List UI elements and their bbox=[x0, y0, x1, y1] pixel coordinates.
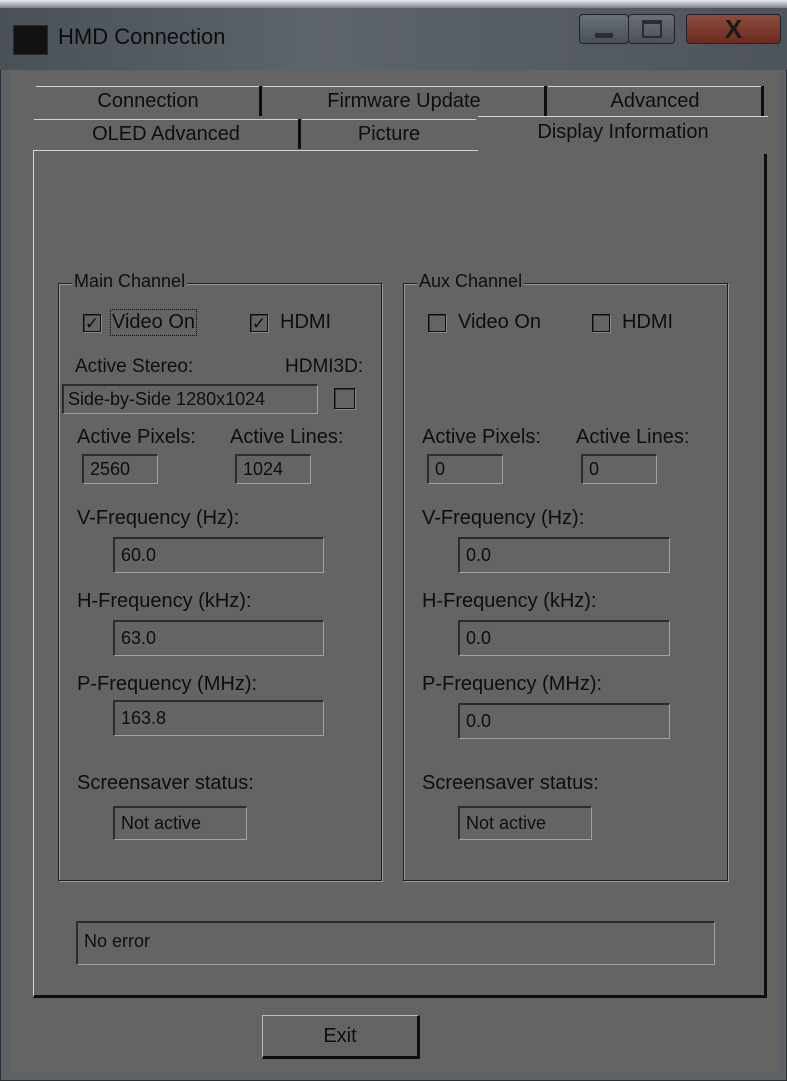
aux-hdmi-checkbox[interactable] bbox=[592, 314, 610, 332]
main-h-frequency-label: H-Frequency (kHz): bbox=[77, 590, 252, 612]
main-p-frequency-label: P-Frequency (MHz): bbox=[77, 673, 258, 695]
minimize-icon bbox=[595, 32, 613, 38]
exit-button-label: Exit bbox=[323, 1024, 357, 1047]
tab-label: Advanced bbox=[610, 90, 700, 112]
tab-divider bbox=[298, 119, 301, 149]
close-icon: X bbox=[724, 13, 743, 44]
aux-video-on-label[interactable]: Video On bbox=[458, 311, 541, 334]
main-v-frequency-label: V-Frequency (Hz): bbox=[77, 507, 240, 529]
active-stereo-label: Active Stereo: bbox=[75, 356, 194, 377]
tab-label: Connection bbox=[97, 90, 199, 112]
aux-v-frequency-label: V-Frequency (Hz): bbox=[422, 507, 585, 529]
main-video-on-label[interactable]: Video On bbox=[109, 309, 198, 336]
aux-screensaver-field[interactable]: Not active bbox=[458, 806, 592, 840]
window-top-edge bbox=[0, 0, 787, 8]
tab-connection[interactable]: Connection bbox=[36, 86, 260, 116]
app-icon bbox=[13, 25, 48, 55]
main-p-frequency-field[interactable]: 163.8 bbox=[113, 700, 324, 736]
aux-active-pixels-label: Active Pixels: bbox=[422, 426, 541, 448]
exit-button[interactable]: Exit bbox=[262, 1015, 420, 1059]
close-button[interactable]: X bbox=[686, 14, 781, 44]
aux-hdmi-label[interactable]: HDMI bbox=[622, 311, 673, 334]
main-active-lines-field[interactable]: 1024 bbox=[235, 454, 311, 484]
tab-label: Firmware Update bbox=[327, 90, 481, 112]
maximize-button[interactable] bbox=[628, 14, 675, 44]
active-stereo-field[interactable]: Side-by-Side 1280x1024 bbox=[62, 384, 318, 414]
checkmark-icon: ✓ bbox=[84, 313, 100, 333]
hdmi3d-checkbox[interactable] bbox=[334, 388, 355, 409]
tab-label: Picture bbox=[357, 123, 421, 145]
tab-picture[interactable]: Picture bbox=[302, 119, 476, 149]
tab-divider bbox=[259, 86, 262, 116]
main-hdmi-checkbox[interactable]: ✓ bbox=[250, 314, 268, 332]
tab-display-information[interactable]: Display Information bbox=[478, 116, 768, 154]
aux-h-frequency-field[interactable]: 0.0 bbox=[458, 620, 670, 656]
aux-screensaver-label: Screensaver status: bbox=[422, 772, 599, 794]
main-screensaver-field[interactable]: Not active bbox=[113, 806, 247, 840]
tab-advanced[interactable]: Advanced bbox=[548, 86, 762, 116]
aux-p-frequency-label: P-Frequency (MHz): bbox=[422, 673, 603, 695]
maximize-icon bbox=[641, 20, 662, 38]
hdmi3d-label: HDMI3D: bbox=[285, 356, 364, 377]
aux-channel-title: Aux Channel bbox=[417, 271, 525, 292]
aux-video-on-checkbox[interactable] bbox=[428, 314, 446, 332]
main-screensaver-label: Screensaver status: bbox=[77, 772, 254, 794]
minimize-button[interactable] bbox=[579, 14, 629, 44]
aux-active-lines-label: Active Lines: bbox=[576, 426, 690, 448]
checkmark-icon: ✓ bbox=[251, 313, 267, 333]
window-title: HMD Connection bbox=[58, 24, 226, 49]
tab-divider bbox=[544, 86, 547, 116]
main-video-on-checkbox[interactable]: ✓ bbox=[83, 314, 101, 332]
main-v-frequency-field[interactable]: 60.0 bbox=[113, 537, 324, 573]
main-active-pixels-field[interactable]: 2560 bbox=[82, 454, 158, 484]
aux-h-frequency-label: H-Frequency (kHz): bbox=[422, 590, 597, 612]
tab-firmware-update[interactable]: Firmware Update bbox=[263, 86, 545, 116]
tab-label: Display Information bbox=[537, 121, 709, 143]
aux-v-frequency-field[interactable]: 0.0 bbox=[458, 537, 670, 573]
main-h-frequency-field[interactable]: 63.0 bbox=[113, 620, 324, 656]
main-hdmi-label[interactable]: HDMI bbox=[280, 311, 331, 334]
tab-divider bbox=[761, 86, 764, 116]
status-message-field: No error bbox=[76, 921, 715, 965]
tab-label: OLED Advanced bbox=[92, 123, 240, 145]
aux-active-pixels-field[interactable]: 0 bbox=[427, 454, 503, 484]
aux-p-frequency-field[interactable]: 0.0 bbox=[458, 703, 670, 739]
tab-oled-advanced[interactable]: OLED Advanced bbox=[34, 119, 298, 149]
main-channel-title: Main Channel bbox=[72, 271, 188, 292]
main-active-lines-label: Active Lines: bbox=[230, 426, 344, 448]
aux-active-lines-field[interactable]: 0 bbox=[581, 454, 657, 484]
main-active-pixels-label: Active Pixels: bbox=[77, 426, 196, 448]
